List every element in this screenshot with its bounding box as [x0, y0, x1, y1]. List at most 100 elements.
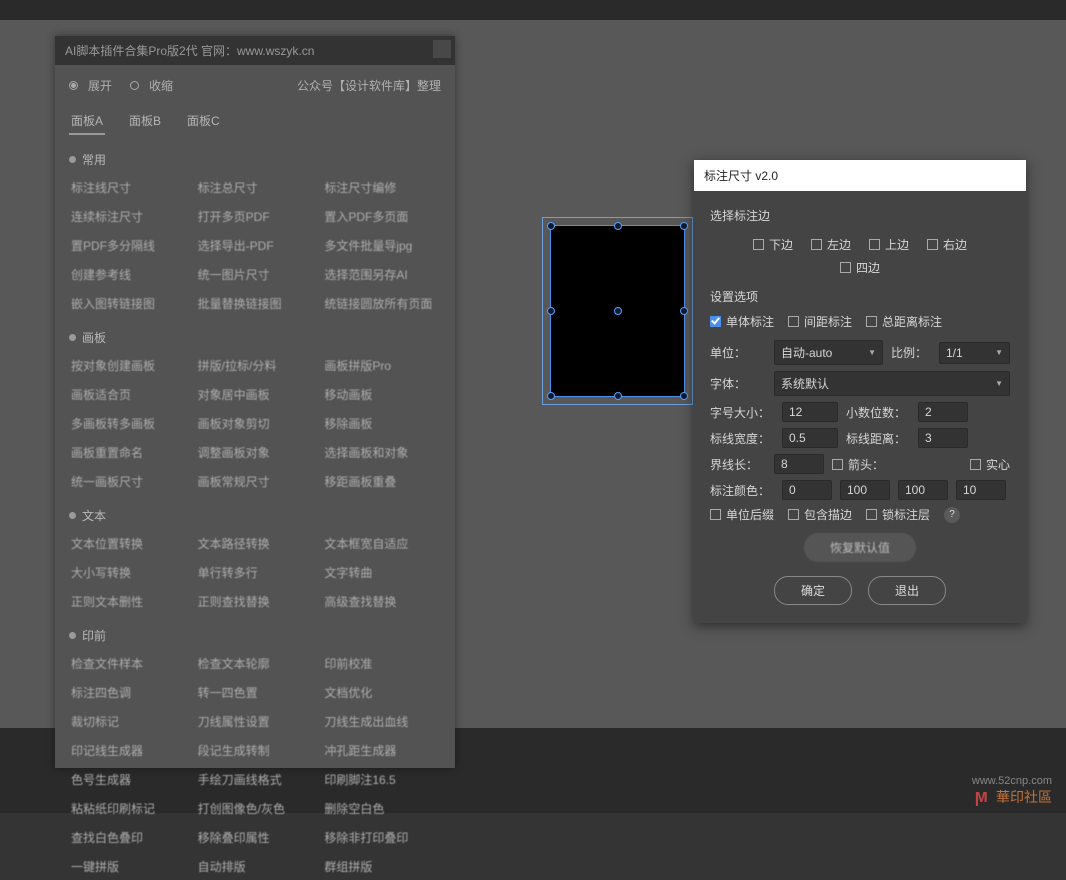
script-item[interactable]: 统链接圆放所有页面	[322, 290, 441, 317]
help-icon[interactable]: ?	[944, 507, 960, 523]
script-item[interactable]: 印记线生成器	[69, 737, 188, 764]
script-item[interactable]: 移除叠印属性	[196, 824, 315, 851]
script-item[interactable]: 移除画板	[322, 410, 441, 437]
script-item[interactable]: 拼版/拉标/分料	[196, 352, 315, 379]
color-m[interactable]: 100	[840, 480, 890, 500]
ok-button[interactable]: 确定	[774, 576, 852, 605]
script-item[interactable]: 文本框宽自适应	[322, 530, 441, 557]
script-item[interactable]: 手绘刀画线格式	[196, 766, 315, 793]
color-k[interactable]: 10	[956, 480, 1006, 500]
script-item[interactable]: 刀线生成出血线	[322, 708, 441, 735]
handle-mr[interactable]	[680, 307, 688, 315]
side-top[interactable]: 上边	[869, 236, 909, 253]
script-item[interactable]: 创建参考线	[69, 261, 188, 288]
cancel-button[interactable]: 退出	[868, 576, 946, 605]
close-icon[interactable]	[433, 40, 451, 58]
script-item[interactable]: 置入PDF多页面	[322, 203, 441, 230]
script-item[interactable]: 高级查找替换	[322, 588, 441, 615]
fsize-input[interactable]: 12	[782, 402, 838, 422]
script-item[interactable]: 文档优化	[322, 679, 441, 706]
arrow-check[interactable]: 箭头：	[832, 456, 884, 473]
handle-br[interactable]	[680, 392, 688, 400]
script-item[interactable]: 转一四色置	[196, 679, 315, 706]
script-item[interactable]: 正则查找替换	[196, 588, 315, 615]
script-item[interactable]: 大小写转换	[69, 559, 188, 586]
script-item[interactable]: 单行转多行	[196, 559, 315, 586]
restore-button[interactable]: 恢复默认值	[804, 533, 916, 562]
solid-check[interactable]: 实心	[970, 456, 1010, 473]
collapse-radio[interactable]: 收缩	[130, 77, 173, 94]
script-item[interactable]: 标注四色调	[69, 679, 188, 706]
script-item[interactable]: 打创图像色/灰色	[196, 795, 315, 822]
handle-center[interactable]	[614, 307, 622, 315]
script-item[interactable]: 调整画板对象	[196, 439, 315, 466]
script-item[interactable]: 检查文本轮廓	[196, 650, 315, 677]
handle-tr[interactable]	[680, 222, 688, 230]
script-item[interactable]: 打开多页PDF	[196, 203, 315, 230]
ldist-input[interactable]: 3	[918, 428, 968, 448]
script-item[interactable]: 刀线属性设置	[196, 708, 315, 735]
script-item[interactable]: 查找白色叠印	[69, 824, 188, 851]
side-all[interactable]: 四边	[840, 259, 880, 276]
mark-single[interactable]: 单体标注	[710, 313, 774, 330]
unit-select[interactable]: 自动-auto▼	[774, 340, 883, 365]
script-item[interactable]: 印前校准	[322, 650, 441, 677]
script-item[interactable]: 多文件批量导jpg	[322, 232, 441, 259]
script-item[interactable]: 标注总尺寸	[196, 174, 315, 201]
script-item[interactable]: 对象居中画板	[196, 381, 315, 408]
script-item[interactable]: 冲孔距生成器	[322, 737, 441, 764]
section-header[interactable]: 印前	[69, 621, 441, 650]
script-item[interactable]: 粘粘纸印刷标记	[69, 795, 188, 822]
extlen-input[interactable]: 8	[774, 454, 824, 474]
tab-c[interactable]: 面板C	[185, 108, 222, 135]
tab-b[interactable]: 面板B	[127, 108, 163, 135]
mark-total[interactable]: 总距离标注	[866, 313, 942, 330]
script-item[interactable]: 批量替换链接图	[196, 290, 315, 317]
selected-rectangle[interactable]	[550, 225, 685, 397]
script-item[interactable]: 置PDF多分隔线	[69, 232, 188, 259]
ratio-select[interactable]: 1/1▼	[939, 342, 1010, 364]
script-item[interactable]: 画板重置命名	[69, 439, 188, 466]
side-left[interactable]: 左边	[811, 236, 851, 253]
script-item[interactable]: 连续标注尺寸	[69, 203, 188, 230]
font-select[interactable]: 系统默认▼	[774, 371, 1010, 396]
section-header[interactable]: 画板	[69, 323, 441, 352]
script-item[interactable]: 画板拼版Pro	[322, 352, 441, 379]
handle-bm[interactable]	[614, 392, 622, 400]
script-item[interactable]: 画板适合页	[69, 381, 188, 408]
side-right[interactable]: 右边	[927, 236, 967, 253]
handle-tl[interactable]	[547, 222, 555, 230]
expand-radio[interactable]: 展开	[69, 77, 112, 94]
script-item[interactable]: 标注线尺寸	[69, 174, 188, 201]
script-item[interactable]: 文字转曲	[322, 559, 441, 586]
suffix-check[interactable]: 单位后缀	[710, 506, 774, 523]
script-item[interactable]: 色号生成器	[69, 766, 188, 793]
section-header[interactable]: 常用	[69, 145, 441, 174]
script-item[interactable]: 统一画板尺寸	[69, 468, 188, 495]
script-item[interactable]: 嵌入图转链接图	[69, 290, 188, 317]
script-item[interactable]: 自动排版	[196, 853, 315, 880]
handle-tm[interactable]	[614, 222, 622, 230]
script-item[interactable]: 画板对象剪切	[196, 410, 315, 437]
panel-title-bar[interactable]: AI脚本插件合集Pro版2代 官网：www.wszyk.cn	[55, 36, 455, 65]
script-item[interactable]: 印刷脚注16.5	[322, 766, 441, 793]
script-item[interactable]: 一键拼版	[69, 853, 188, 880]
side-bottom[interactable]: 下边	[753, 236, 793, 253]
section-header[interactable]: 文本	[69, 501, 441, 530]
script-item[interactable]: 标注尺寸编修	[322, 174, 441, 201]
script-item[interactable]: 正则文本删性	[69, 588, 188, 615]
script-item[interactable]: 选择导出-PDF	[196, 232, 315, 259]
script-item[interactable]: 统一图片尺寸	[196, 261, 315, 288]
script-item[interactable]: 选择范围另存AI	[322, 261, 441, 288]
script-item[interactable]: 选择画板和对象	[322, 439, 441, 466]
color-c[interactable]: 0	[782, 480, 832, 500]
dec-input[interactable]: 2	[918, 402, 968, 422]
tab-a[interactable]: 面板A	[69, 108, 105, 135]
script-item[interactable]: 画板常规尺寸	[196, 468, 315, 495]
script-item[interactable]: 移动画板	[322, 381, 441, 408]
handle-ml[interactable]	[547, 307, 555, 315]
script-item[interactable]: 按对象创建画板	[69, 352, 188, 379]
lock-check[interactable]: 锁标注层	[866, 506, 930, 523]
script-item[interactable]: 移距画板重叠	[322, 468, 441, 495]
dialog-title[interactable]: 标注尺寸 v2.0	[694, 160, 1026, 191]
